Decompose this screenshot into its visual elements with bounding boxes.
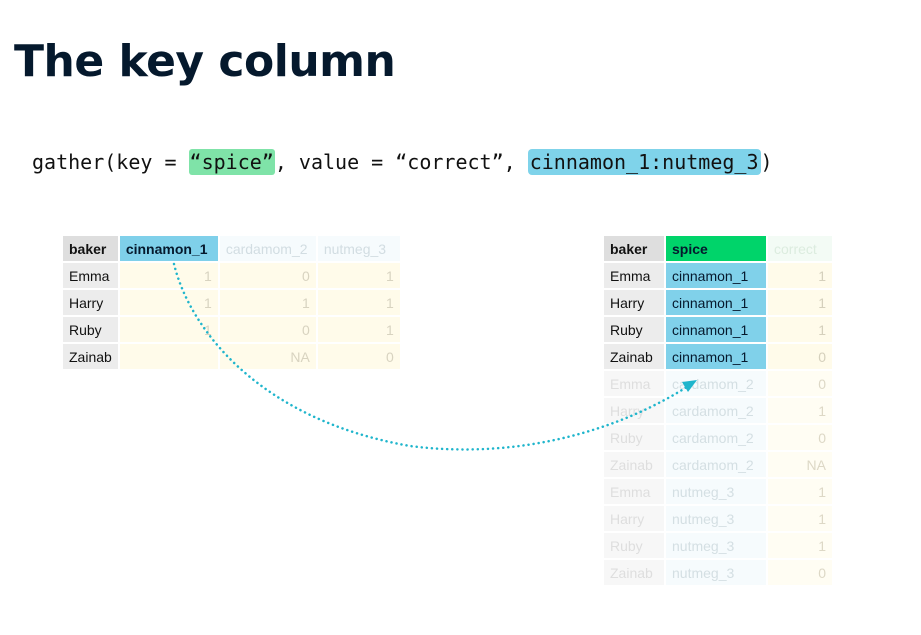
spice-cell: cinnamon_1 [666,317,766,342]
spice-cell: cardamom_2 [666,398,766,423]
baker-cell: Zainab [604,344,664,369]
value-cell: 1 [317,317,400,342]
correct-cell: 0 [768,425,832,450]
baker-cell: Ruby [604,425,664,450]
value-cell: 0 [219,317,316,342]
table-row: Emma cardamom_2 0 [604,371,832,396]
long-header-correct: correct [768,236,832,261]
table-row: Zainab cardamom_2 NA [604,452,832,477]
table-row: Ruby nutmeg_3 1 [604,533,832,558]
wide-header-nutmeg: nutmeg_3 [317,236,400,261]
baker-cell: Zainab [63,344,118,369]
correct-cell: 1 [768,263,832,288]
value-cell: 0 [219,263,316,288]
value-cell: NA [219,344,316,369]
correct-cell: NA [768,452,832,477]
slide-title: The key column [14,36,396,87]
table-row: Ruby cardamom_2 0 [604,425,832,450]
table-row: Harry nutmeg_3 1 [604,506,832,531]
code-suffix: ) [760,150,773,174]
value-cell: 1 [119,263,218,288]
correct-cell: 1 [768,398,832,423]
baker-cell: Ruby [604,533,664,558]
baker-cell: Emma [604,371,664,396]
baker-cell: Harry [604,290,664,315]
table-row: Ruby 1 0 1 [63,317,400,342]
table-row: Emma cinnamon_1 1 [604,263,832,288]
correct-cell: 1 [768,290,832,315]
value-cell: 1 [219,290,316,315]
value-cell [119,344,218,369]
table-row: Zainab NA 0 [63,344,400,369]
baker-cell: Ruby [63,317,118,342]
wide-header-cinnamon: cinnamon_1 [119,236,218,261]
table-row: Harry 1 1 1 [63,290,400,315]
correct-cell: 1 [768,479,832,504]
baker-cell: Harry [604,398,664,423]
baker-cell: Zainab [604,560,664,585]
correct-cell: 0 [768,560,832,585]
wide-table-header: baker cinnamon_1 cardamom_2 nutmeg_3 [63,236,400,261]
table-row: Zainab nutmeg_3 0 [604,560,832,585]
spice-cell: cinnamon_1 [666,344,766,369]
value-cell: 1 [119,317,218,342]
value-cell: 0 [317,344,400,369]
wide-table: baker cinnamon_1 cardamom_2 nutmeg_3 Emm… [61,234,402,371]
spice-cell: nutmeg_3 [666,506,766,531]
spice-cell: cardamom_2 [666,425,766,450]
value-cell: 1 [317,290,400,315]
spice-cell: nutmeg_3 [666,560,766,585]
spice-cell: cinnamon_1 [666,263,766,288]
table-row: Harry cinnamon_1 1 [604,290,832,315]
table-row: Emma 1 0 1 [63,263,400,288]
correct-cell: 0 [768,344,832,369]
code-prefix: gather(key = [32,150,189,174]
spice-cell: cinnamon_1 [666,290,766,315]
baker-cell: Emma [604,479,664,504]
table-row: Ruby cinnamon_1 1 [604,317,832,342]
baker-cell: Harry [63,290,118,315]
spice-cell: nutmeg_3 [666,479,766,504]
correct-cell: 1 [768,506,832,531]
baker-cell: Ruby [604,317,664,342]
correct-cell: 1 [768,533,832,558]
correct-cell: 1 [768,317,832,342]
wide-header-baker: baker [63,236,118,261]
long-header-spice: spice [666,236,766,261]
key-argument-highlight: “spice” [188,149,275,175]
spice-cell: cardamom_2 [666,452,766,477]
baker-cell: Zainab [604,452,664,477]
spice-cell: cardamom_2 [666,371,766,396]
long-table: baker spice correct Emma cinnamon_1 1 Ha… [602,234,834,587]
table-row: Zainab cinnamon_1 0 [604,344,832,369]
correct-cell: 0 [768,371,832,396]
baker-cell: Emma [604,263,664,288]
long-header-baker: baker [604,236,664,261]
code-middle: , value = “correct”, [274,150,528,174]
long-table-header: baker spice correct [604,236,832,261]
baker-cell: Emma [63,263,118,288]
table-row: Harry cardamom_2 1 [604,398,832,423]
table-row: Emma nutmeg_3 1 [604,479,832,504]
baker-cell: Harry [604,506,664,531]
columns-argument-highlight: cinnamon_1:nutmeg_3 [527,149,761,175]
wide-header-cardamom: cardamom_2 [219,236,316,261]
code-line: gather(key = “spice”, value = “correct”,… [32,149,773,175]
value-cell: 1 [317,263,400,288]
spice-cell: nutmeg_3 [666,533,766,558]
value-cell: 1 [119,290,218,315]
